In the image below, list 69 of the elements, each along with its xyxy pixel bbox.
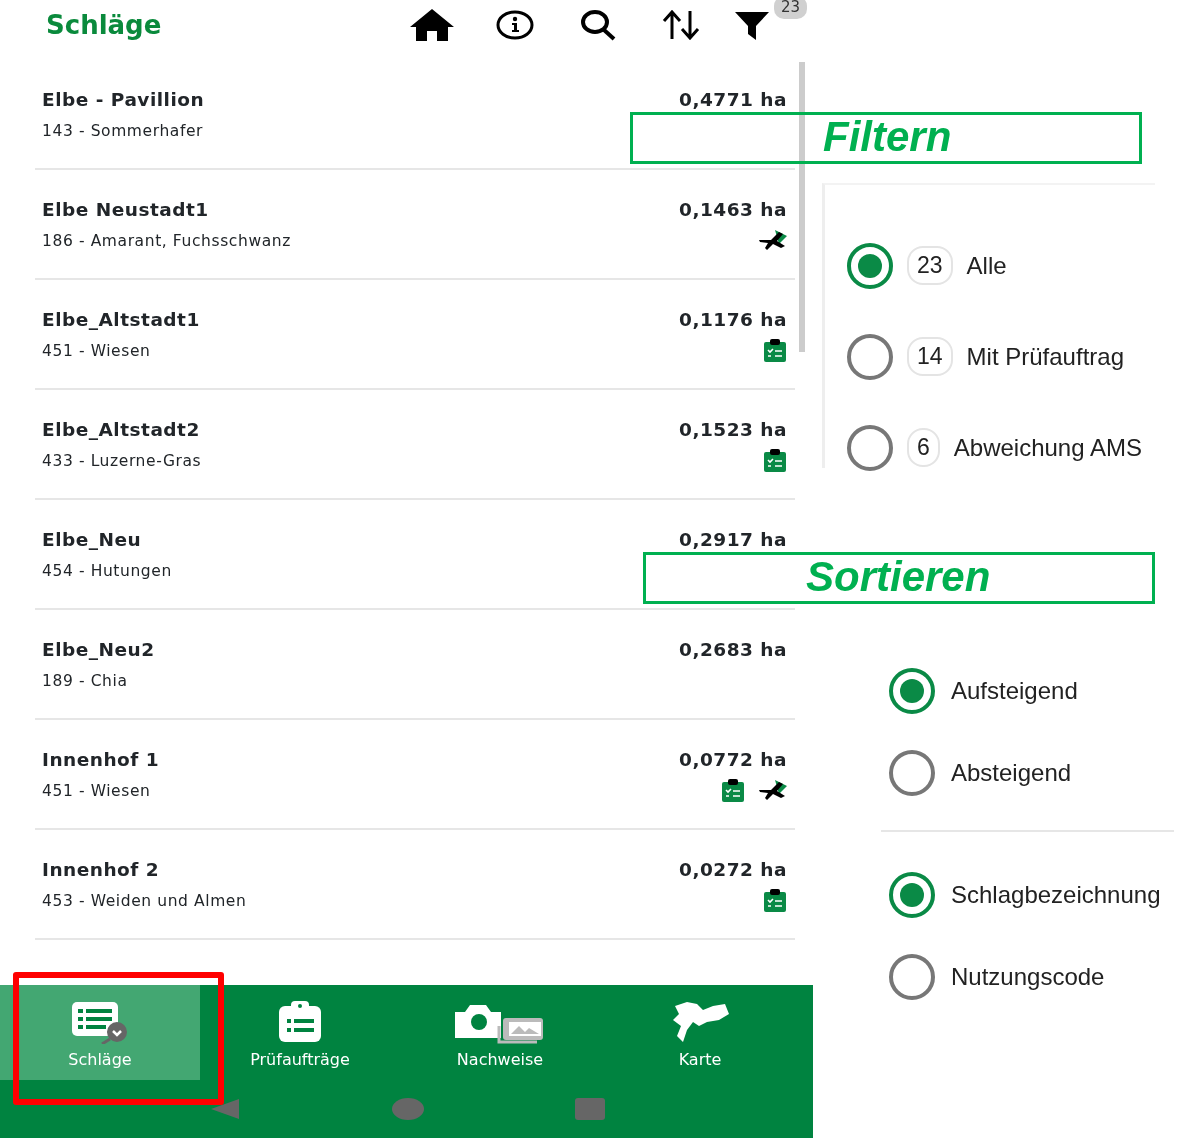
nav-tab[interactable]: Nachweise bbox=[400, 985, 600, 1080]
area-value: 0,1523 ha bbox=[679, 418, 787, 442]
radio-button[interactable] bbox=[889, 668, 935, 714]
radio-button[interactable] bbox=[847, 242, 893, 289]
crop-label: 143 - Sommerhafer bbox=[42, 120, 205, 142]
list-row[interactable]: Innenhof 1 451 - Wiesen 0,0772 ha bbox=[35, 720, 795, 830]
field-name: Elbe_Neu bbox=[42, 528, 143, 552]
crop-label: 189 - Chia bbox=[42, 670, 129, 692]
radio-button[interactable] bbox=[847, 333, 893, 380]
option-label: Mit Prüfauftrag bbox=[966, 341, 1124, 372]
clipboard-icon bbox=[763, 447, 787, 472]
info-icon bbox=[495, 10, 534, 40]
search-icon bbox=[578, 9, 617, 41]
list-row[interactable]: Elbe_Altstadt1 451 - Wiesen 0,1176 ha bbox=[35, 280, 795, 390]
area-value: 0,1463 ha bbox=[679, 198, 787, 222]
list-row[interactable]: Elbe_Altstadt2 433 - Luzerne-Gras 0,1523 ha bbox=[35, 390, 795, 500]
option-label: Schlagbezeichnung bbox=[951, 880, 1161, 910]
area-value: 0,1176 ha bbox=[679, 308, 787, 332]
option-label: Nutzungscode bbox=[951, 962, 1105, 992]
crop-label: 186 - Amarant, Fuchsschwanz bbox=[42, 230, 291, 252]
nav-tab[interactable]: Karte bbox=[600, 985, 800, 1080]
count-badge: 23 bbox=[907, 246, 953, 285]
area-value: 0,4771 ha bbox=[679, 88, 787, 112]
list-row[interactable]: Elbe_Neu 454 - Hutungen 0,2917 ha bbox=[35, 500, 795, 610]
scrollbar[interactable] bbox=[799, 62, 805, 352]
clipboard-icon bbox=[721, 777, 745, 802]
radio-button[interactable] bbox=[889, 954, 935, 1000]
field-name: Innenhof 1 bbox=[42, 748, 160, 772]
crop-label: 451 - Wiesen bbox=[42, 340, 152, 362]
field-name: Elbe_Altstadt1 bbox=[42, 308, 200, 332]
list-row[interactable]: Elbe - Pavillion 143 - Sommerhafer 0,4771 ha bbox=[35, 60, 795, 170]
filter-count-badge: 23 bbox=[774, 0, 808, 19]
app-title: Schläge bbox=[46, 8, 163, 42]
option-label: Aufsteigend bbox=[951, 676, 1078, 706]
airplane-icon bbox=[757, 777, 787, 802]
list-row[interactable]: Innenhof 2 453 - Weiden und Almen 0,0272 ha bbox=[35, 830, 795, 940]
option-label: Abweichung AMS bbox=[953, 432, 1142, 463]
radio-button[interactable] bbox=[847, 424, 893, 471]
area-value: 0,0272 ha bbox=[679, 858, 787, 882]
clipboard-icon bbox=[763, 887, 787, 912]
airplane-icon bbox=[757, 227, 787, 252]
radio-button[interactable] bbox=[889, 750, 935, 796]
crop-label: 454 - Hutungen bbox=[42, 560, 172, 582]
field-name: Innenhof 2 bbox=[42, 858, 161, 882]
count-badge: 6 bbox=[907, 428, 940, 467]
home-icon bbox=[408, 8, 455, 42]
list-row[interactable]: Elbe_Neu2 189 - Chia 0,2683 ha bbox=[35, 610, 795, 720]
list-row[interactable]: Elbe Neustadt1 186 - Amarant, Fuchsschwanz 0,1463 ha bbox=[35, 170, 795, 280]
list-icon bbox=[70, 1000, 130, 1044]
field-name: Elbe_Neu2 bbox=[42, 638, 155, 662]
field-name: Elbe_Altstadt2 bbox=[42, 418, 201, 442]
nav-tab[interactable]: Prüfaufträge bbox=[200, 985, 400, 1080]
area-value: 0,2917 ha bbox=[679, 528, 787, 552]
field-name: Elbe Neustadt1 bbox=[42, 198, 210, 222]
callout-label: Sortieren bbox=[643, 552, 1155, 604]
crop-label: 451 - Wiesen bbox=[42, 780, 152, 802]
count-badge: 14 bbox=[907, 337, 953, 376]
callout-label: Filtern bbox=[630, 112, 1142, 164]
radio-button[interactable] bbox=[889, 872, 935, 918]
crop-label: 453 - Weiden und Almen bbox=[42, 890, 247, 912]
option-label: Absteigend bbox=[951, 758, 1072, 788]
area-value: 0,0772 ha bbox=[679, 748, 787, 772]
crop-label: 433 - Luzerne-Gras bbox=[42, 450, 202, 472]
field-name: Elbe - Pavillion bbox=[42, 88, 205, 112]
area-value: 0,2683 ha bbox=[679, 638, 787, 662]
clipboard-icon bbox=[277, 1000, 323, 1044]
option-label: Alle bbox=[966, 250, 1007, 281]
clipboard-icon bbox=[763, 337, 787, 362]
sort-arrows-icon bbox=[660, 10, 701, 40]
